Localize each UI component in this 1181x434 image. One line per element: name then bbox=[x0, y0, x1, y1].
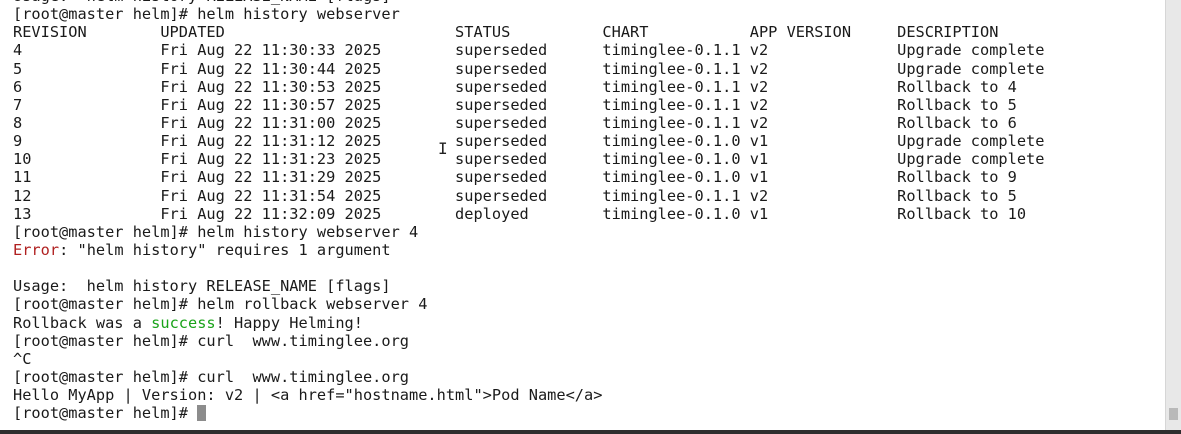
terminal-line: [root@master helm]# helm history webserv… bbox=[13, 223, 1044, 241]
terminal-text: [root@master helm]# curl www.timinglee.o… bbox=[13, 367, 410, 386]
terminal-text: [root@master helm]# helm history webserv… bbox=[13, 222, 419, 241]
vertical-scrollbar[interactable] bbox=[1165, 0, 1181, 434]
terminal-line: Error: "helm history" requires 1 argumen… bbox=[13, 241, 1044, 259]
terminal-line: Usage: helm history RELEASE_NAME [flags] bbox=[13, 277, 1044, 295]
terminal-line: 7 Fri Aug 22 11:30:57 2025 superseded ti… bbox=[13, 96, 1044, 114]
terminal-window[interactable]: Usage: helm history RELEASE_NAME [flags]… bbox=[0, 0, 1181, 434]
terminal-text: 10 Fri Aug 22 11:31:23 2025 superseded t… bbox=[13, 150, 1045, 169]
terminal-text: ! Happy Helming! bbox=[215, 313, 363, 332]
terminal-line: 6 Fri Aug 22 11:30:53 2025 superseded ti… bbox=[13, 78, 1044, 96]
terminal-text-success: success bbox=[151, 313, 216, 332]
terminal-text: Usage: helm history RELEASE_NAME [flags] bbox=[13, 277, 391, 296]
terminal-line: 10 Fri Aug 22 11:31:23 2025 superseded t… bbox=[13, 150, 1044, 168]
terminal-line: 11 Fri Aug 22 11:31:29 2025 superseded t… bbox=[13, 168, 1044, 186]
scrollbar-thumb[interactable] bbox=[1169, 408, 1178, 420]
terminal-line: [root@master helm]# helm history webserv… bbox=[13, 5, 1044, 23]
terminal-output: Usage: helm history RELEASE_NAME [flags]… bbox=[13, 0, 1044, 422]
terminal-line: [root@master helm]# helm rollback webser… bbox=[13, 295, 1044, 313]
terminal-text: [root@master helm]# helm history webserv… bbox=[13, 5, 400, 24]
terminal-text: [root@master helm]# curl www.timinglee.o… bbox=[13, 331, 410, 350]
terminal-line: 9 Fri Aug 22 11:31:12 2025 superseded ti… bbox=[13, 132, 1044, 150]
terminal-text: 6 Fri Aug 22 11:30:53 2025 superseded ti… bbox=[13, 77, 1017, 96]
terminal-line: 5 Fri Aug 22 11:30:44 2025 superseded ti… bbox=[13, 60, 1044, 78]
terminal-line: 4 Fri Aug 22 11:30:33 2025 superseded ti… bbox=[13, 41, 1044, 59]
terminal-line: REVISION UPDATED STATUS CHART APP VERSIO… bbox=[13, 23, 1044, 41]
terminal-text: : "helm history" requires 1 argument bbox=[59, 240, 391, 259]
terminal-line: 12 Fri Aug 22 11:31:54 2025 superseded t… bbox=[13, 187, 1044, 205]
terminal-text: 7 Fri Aug 22 11:30:57 2025 superseded ti… bbox=[13, 95, 1017, 114]
terminal-line: Rollback was a success! Happy Helming! bbox=[13, 314, 1044, 332]
terminal-text-error: Error bbox=[13, 240, 60, 259]
terminal-text: 9 Fri Aug 22 11:31:12 2025 superseded ti… bbox=[13, 132, 1045, 151]
terminal-line: Hello MyApp | Version: v2 | <a href="hos… bbox=[13, 386, 1044, 404]
terminal-text: 8 Fri Aug 22 11:31:00 2025 superseded ti… bbox=[13, 113, 1017, 132]
terminal-text: 5 Fri Aug 22 11:30:44 2025 superseded ti… bbox=[13, 59, 1045, 78]
terminal-cursor bbox=[197, 405, 207, 422]
terminal-line: [root@master helm]# curl www.timinglee.o… bbox=[13, 368, 1044, 386]
terminal-text: Rollback was a bbox=[13, 313, 152, 332]
terminal-line: ^C bbox=[13, 350, 1044, 368]
terminal-text: REVISION UPDATED STATUS CHART APP VERSIO… bbox=[13, 23, 999, 42]
terminal-text: ^C bbox=[13, 349, 32, 368]
i-beam-cursor-icon: I bbox=[438, 139, 448, 158]
terminal-line: [root@master helm]# curl www.timinglee.o… bbox=[13, 332, 1044, 350]
terminal-text: 11 Fri Aug 22 11:31:29 2025 superseded t… bbox=[13, 168, 1017, 187]
window-bottom-edge bbox=[0, 430, 1181, 434]
terminal-text: [root@master helm]# helm rollback webser… bbox=[13, 295, 428, 314]
terminal-text: 13 Fri Aug 22 11:32:09 2025 deployed tim… bbox=[13, 204, 1027, 223]
terminal-text: 4 Fri Aug 22 11:30:33 2025 superseded ti… bbox=[13, 41, 1045, 60]
terminal-line: 8 Fri Aug 22 11:31:00 2025 superseded ti… bbox=[13, 114, 1044, 132]
terminal-text: 12 Fri Aug 22 11:31:54 2025 superseded t… bbox=[13, 186, 1017, 205]
terminal-text: [root@master helm]# bbox=[13, 404, 198, 423]
terminal-line: [root@master helm]# bbox=[13, 404, 1044, 422]
terminal-line: 13 Fri Aug 22 11:32:09 2025 deployed tim… bbox=[13, 205, 1044, 223]
terminal-text: Hello MyApp | Version: v2 | <a href="hos… bbox=[13, 386, 603, 405]
